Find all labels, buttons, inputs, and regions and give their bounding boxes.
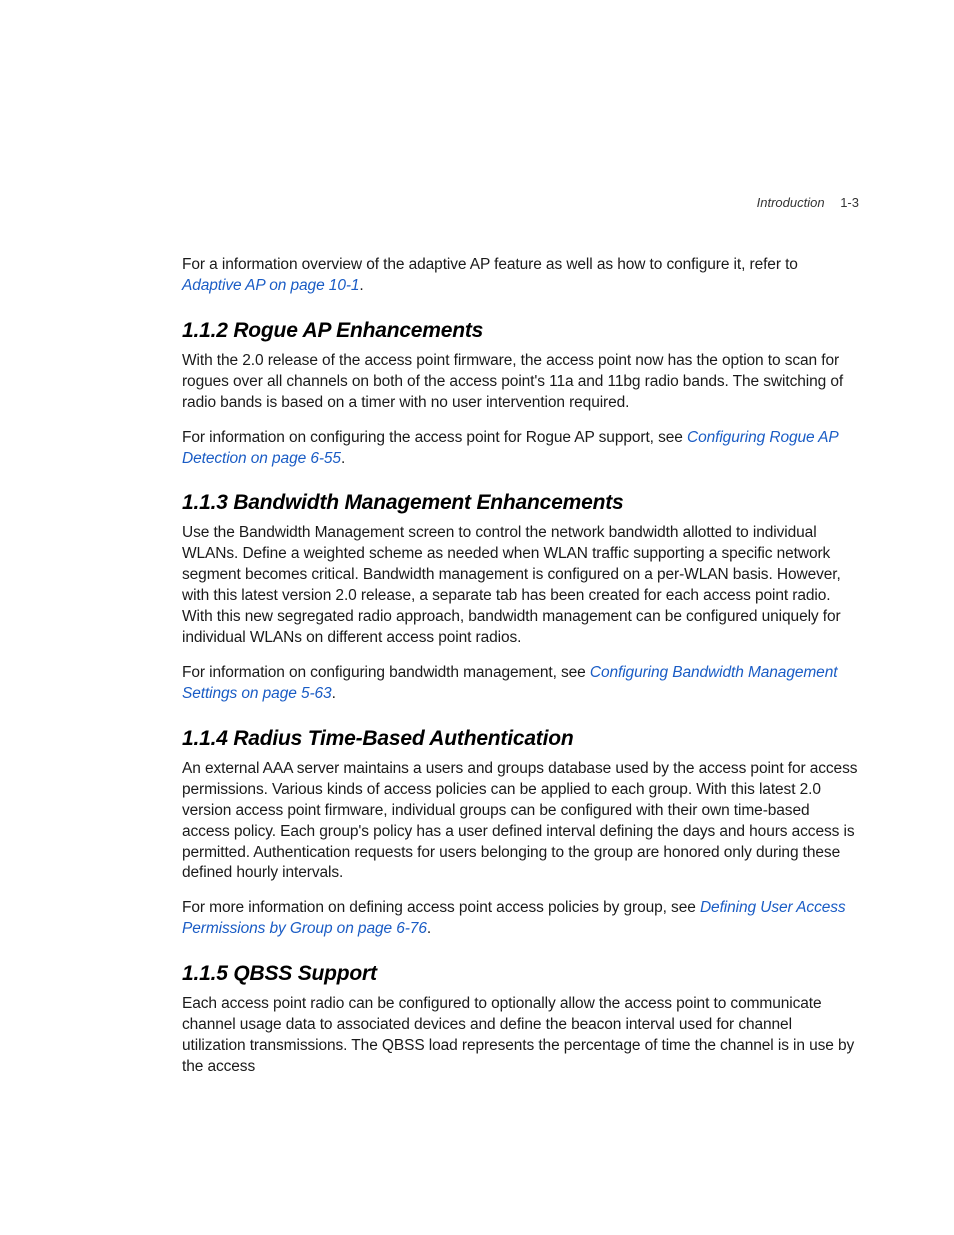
body-text: For information on configuring bandwidth… bbox=[182, 663, 859, 705]
heading-bandwidth: 1.1.3 Bandwidth Management Enhancements bbox=[182, 491, 859, 515]
body-text: With the 2.0 release of the access point… bbox=[182, 351, 859, 414]
text: . bbox=[332, 685, 336, 702]
heading-qbss: 1.1.5 QBSS Support bbox=[182, 962, 859, 986]
header-section: Introduction bbox=[757, 195, 825, 210]
text: . bbox=[359, 277, 363, 294]
heading-rogue-ap: 1.1.2 Rogue AP Enhancements bbox=[182, 319, 859, 343]
page-header: Introduction 1-3 bbox=[757, 195, 859, 210]
text: . bbox=[427, 920, 431, 937]
link-adaptive-ap[interactable]: Adaptive AP on page 10-1 bbox=[182, 277, 359, 294]
text: For a information overview of the adapti… bbox=[182, 256, 798, 273]
page-content: For a information overview of the adapti… bbox=[182, 255, 859, 1078]
text: For information on configuring bandwidth… bbox=[182, 664, 590, 681]
body-text: Use the Bandwidth Management screen to c… bbox=[182, 523, 859, 649]
text: . bbox=[341, 450, 345, 467]
heading-radius: 1.1.4 Radius Time-Based Authentication bbox=[182, 727, 859, 751]
intro-paragraph: For a information overview of the adapti… bbox=[182, 255, 859, 297]
body-text: An external AAA server maintains a users… bbox=[182, 759, 859, 885]
text: For more information on defining access … bbox=[182, 899, 700, 916]
text: For information on configuring the acces… bbox=[182, 429, 687, 446]
body-text: For more information on defining access … bbox=[182, 898, 859, 940]
body-text: For information on configuring the acces… bbox=[182, 428, 859, 470]
header-page-number: 1-3 bbox=[840, 195, 859, 210]
body-text: Each access point radio can be configure… bbox=[182, 994, 859, 1078]
document-page: Introduction 1-3 For a information overv… bbox=[0, 0, 954, 1235]
